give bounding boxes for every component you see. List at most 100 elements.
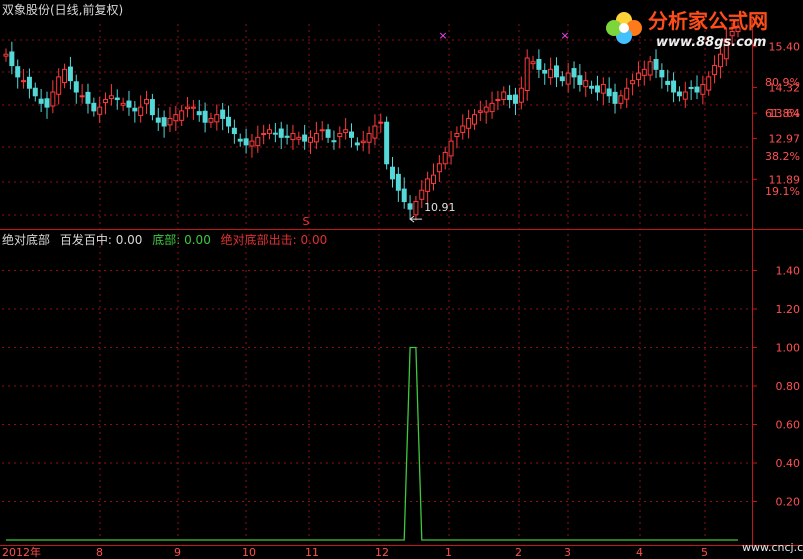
- candle-body-122: [717, 53, 723, 68]
- candle-body-22: [132, 107, 138, 112]
- candle-body-34: [202, 110, 208, 123]
- x-label-10: 5: [701, 546, 708, 559]
- candle-body-5: [32, 87, 38, 97]
- x-label-8: 3: [564, 546, 571, 559]
- candle-body-42: [249, 140, 255, 147]
- candle-body-44: [261, 133, 267, 136]
- signal-mark: S: [303, 215, 310, 228]
- candle-body-16: [97, 106, 103, 115]
- legend-item-3: 绝对底部出击: 0.00: [220, 233, 328, 247]
- candle-body-4: [26, 76, 32, 89]
- stock-chart: 10.91S× × 15.4014.3213.6412.9711.8980.9%6…: [0, 20, 803, 559]
- candle-body-28: [167, 117, 173, 126]
- candle-body-47: [278, 128, 284, 138]
- candle-body-43: [255, 136, 261, 147]
- candle-body-69: [407, 203, 413, 210]
- candle-body-71: [419, 189, 425, 200]
- ind-tick-5: 0.40: [776, 457, 801, 470]
- star-mark-0: ×: [438, 29, 447, 42]
- ind-tick-3: 0.80: [776, 380, 801, 393]
- candle-body-82: [483, 106, 489, 113]
- candle-body-80: [471, 114, 477, 125]
- ind-tick-1: 1.20: [776, 303, 801, 316]
- candle-body-67: [395, 173, 401, 191]
- candle-body-6: [38, 98, 44, 104]
- candle-body-78: [460, 125, 466, 133]
- candle-body-33: [196, 111, 202, 116]
- legend-item-2: 底部: 0.00: [152, 233, 211, 247]
- candle-body-8: [50, 91, 56, 107]
- candle-body-41: [243, 138, 249, 146]
- candle-body-88: [518, 87, 524, 103]
- ind-tick-4: 0.60: [776, 419, 801, 432]
- candle-body-105: [618, 95, 624, 104]
- candle-body-92: [542, 69, 548, 74]
- ind-tick-6: 0.20: [776, 496, 801, 509]
- candle-body-117: [688, 86, 694, 89]
- candle-body-99: [583, 80, 589, 88]
- candle-body-2: [15, 66, 21, 78]
- candle-body-97: [571, 68, 577, 78]
- candle-body-26: [155, 117, 161, 123]
- x-label-1: 8: [96, 546, 103, 559]
- candle-body-113: [665, 80, 671, 85]
- candle-body-76: [448, 140, 454, 157]
- candle-body-102: [600, 83, 606, 94]
- candle-body-45: [267, 129, 273, 135]
- candle-body-104: [612, 91, 618, 104]
- candle-body-109: [641, 68, 647, 76]
- candle-body-32: [190, 106, 196, 109]
- candle-body-29: [173, 114, 179, 122]
- candle-body-50: [296, 136, 302, 140]
- candle-body-118: [694, 86, 700, 93]
- legend-item-0: 绝对底部: [2, 233, 51, 247]
- candle-body-84: [495, 99, 501, 102]
- pct-tick-3: 19.1%: [765, 185, 800, 198]
- site-logo: 分析家公式网 www.88gs.com: [606, 9, 768, 50]
- pct-tick-0: 80.9%: [765, 76, 800, 89]
- candle-body-103: [606, 88, 612, 97]
- price-axis: 15.4014.3213.6412.9711.8980.9%61.8%38.2%…: [0, 20, 803, 546]
- window-title: 双象股份(日线,前复权): [2, 3, 124, 17]
- candle-body-75: [442, 151, 448, 165]
- candle-body-59: [349, 131, 355, 138]
- candle-body-15: [91, 102, 97, 112]
- candle-body-51: [302, 134, 308, 142]
- x-label-9: 4: [636, 546, 643, 559]
- ind-tick-2: 1.00: [776, 342, 801, 355]
- candle-body-85: [501, 91, 507, 101]
- x-label-2: 9: [174, 546, 181, 559]
- candle-body-27: [161, 117, 167, 127]
- candle-body-100: [589, 85, 595, 89]
- candle-body-31: [185, 106, 191, 110]
- low-price-label: 10.91: [424, 201, 456, 214]
- candle-body-46: [272, 132, 278, 135]
- candle-body-83: [489, 102, 495, 113]
- x-label-0: 2012年: [2, 545, 41, 559]
- candle-body-54: [319, 129, 325, 132]
- candle-body-108: [635, 72, 641, 81]
- pct-tick-1: 61.8%: [765, 107, 800, 120]
- candle-body-55: [325, 129, 331, 138]
- chart-window: 10.91 S × × 15.40 14.32 13.64 12.97 11.89 80.9% 6…: [0, 0, 803, 559]
- candle-body-62: [366, 133, 372, 143]
- candle-body-3: [21, 80, 27, 83]
- candle-body-110: [647, 61, 653, 76]
- candle-body-114: [671, 80, 677, 93]
- candle-body-116: [682, 91, 688, 100]
- candle-body-70: [413, 201, 419, 216]
- candle-body-18: [108, 95, 114, 99]
- candle-body-19: [114, 97, 120, 101]
- legend-item-1: 百发百中: 0.00: [59, 233, 143, 247]
- candle-body-81: [477, 110, 483, 113]
- x-label-5: 12: [375, 546, 389, 559]
- candle-body-0: [3, 53, 9, 57]
- candle-body-1: [9, 51, 15, 67]
- candle-body-10: [62, 68, 68, 84]
- candle-body-63: [372, 125, 378, 139]
- candle-body-68: [401, 188, 407, 203]
- candle-body-101: [594, 85, 600, 93]
- candle-body-23: [138, 106, 144, 116]
- indicator-panel: [6, 346, 738, 541]
- x-label-4: 11: [305, 546, 319, 559]
